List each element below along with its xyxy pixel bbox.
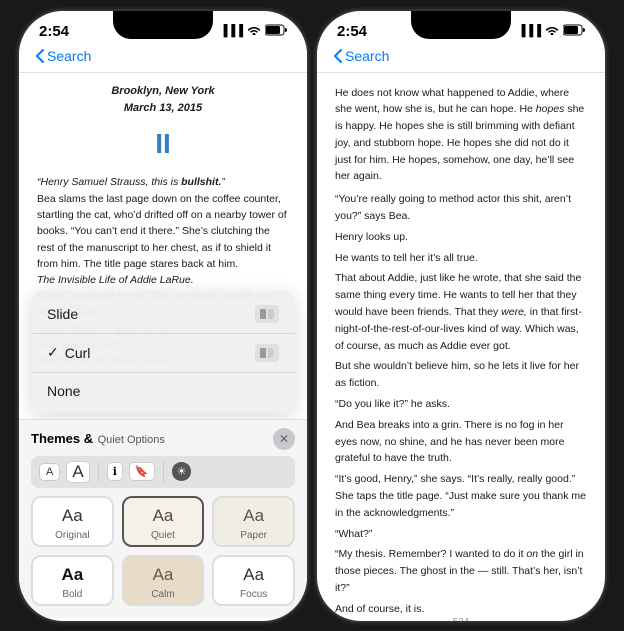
right-battery-icon bbox=[563, 24, 585, 39]
theme-original[interactable]: Aa Original bbox=[31, 496, 114, 547]
transition-menu: Slide ✓ Curl bbox=[31, 291, 295, 413]
wifi-icon bbox=[247, 24, 261, 38]
left-nav-bar: Search bbox=[19, 44, 307, 73]
left-back-button[interactable]: Search bbox=[35, 48, 91, 64]
theme-calm-preview: Aa bbox=[153, 565, 174, 585]
theme-bold[interactable]: Aa Bold bbox=[31, 555, 114, 606]
transition-none[interactable]: None bbox=[31, 373, 295, 409]
themes-title: Themes & Quiet Options bbox=[31, 430, 165, 448]
font-controls: A A ℹ 🔖 ☀ bbox=[31, 456, 295, 488]
font-small-a[interactable]: A bbox=[39, 463, 60, 481]
theme-original-preview: Aa bbox=[62, 506, 83, 526]
separator-1 bbox=[98, 462, 99, 482]
theme-quiet-label: Quiet bbox=[151, 530, 175, 541]
right-wifi-icon bbox=[545, 24, 559, 38]
font-large-a[interactable]: A bbox=[66, 461, 89, 483]
signal-icon: ▐▐▐ bbox=[220, 25, 243, 37]
notch bbox=[113, 11, 213, 39]
theme-paper-preview: Aa bbox=[243, 506, 264, 526]
quiet-options-label: Quiet Options bbox=[98, 434, 165, 446]
theme-focus-label: Focus bbox=[240, 589, 267, 600]
theme-paper-label: Paper bbox=[240, 530, 267, 541]
themes-header: Themes & Quiet Options ✕ bbox=[31, 428, 295, 450]
transition-curl[interactable]: ✓ Curl bbox=[31, 334, 295, 373]
slide-label: Slide bbox=[47, 306, 78, 322]
right-nav-bar: Search bbox=[317, 44, 605, 73]
theme-calm-label: Calm bbox=[151, 589, 174, 600]
curl-label: Curl bbox=[65, 345, 255, 361]
book-chapter: II bbox=[37, 122, 289, 167]
right-status-icons: ▐▐▐ bbox=[518, 24, 585, 39]
slide-icon bbox=[255, 305, 279, 323]
overlay-panel: Slide ✓ Curl bbox=[19, 291, 307, 618]
right-phone: 2:54 ▐▐▐ bbox=[317, 11, 605, 621]
transition-slide[interactable]: Slide bbox=[31, 295, 295, 334]
theme-bold-preview: Aa bbox=[61, 565, 83, 585]
brightness-icon[interactable]: ☀ bbox=[172, 462, 192, 481]
themes-panel: Themes & Quiet Options ✕ A A ℹ 🔖 ☀ bbox=[19, 419, 307, 618]
close-button[interactable]: ✕ bbox=[273, 428, 295, 450]
right-book-content: He does not know what happened to Addie,… bbox=[317, 73, 605, 613]
theme-focus[interactable]: Aa Focus bbox=[212, 555, 295, 606]
theme-paper[interactable]: Aa Paper bbox=[212, 496, 295, 547]
page-number: 524 bbox=[317, 613, 605, 621]
none-label: None bbox=[47, 383, 80, 399]
separator-2 bbox=[163, 462, 164, 482]
right-notch bbox=[411, 11, 511, 39]
theme-quiet-preview: Aa bbox=[153, 506, 174, 526]
themes-label: Themes & bbox=[31, 431, 93, 446]
checkmark-icon: ✓ bbox=[47, 344, 59, 361]
left-book-area: Brooklyn, New YorkMarch 13, 2015 II “Hen… bbox=[19, 73, 307, 618]
theme-original-label: Original bbox=[55, 530, 89, 541]
right-back-label: Search bbox=[345, 48, 389, 64]
right-signal-icon: ▐▐▐ bbox=[518, 25, 541, 37]
left-phone: 2:54 ▐▐▐ bbox=[19, 11, 307, 621]
phones-container: 2:54 ▐▐▐ bbox=[19, 11, 605, 621]
left-time: 2:54 bbox=[39, 23, 69, 40]
left-status-icons: ▐▐▐ bbox=[220, 24, 287, 39]
themes-grid: Aa Original Aa Quiet Aa Paper bbox=[31, 496, 295, 606]
curl-icon bbox=[255, 344, 279, 362]
right-back-button[interactable]: Search bbox=[333, 48, 389, 64]
theme-focus-preview: Aa bbox=[243, 565, 264, 585]
font-format-icon[interactable]: ℹ bbox=[107, 462, 123, 481]
book-location: Brooklyn, New YorkMarch 13, 2015 bbox=[37, 83, 289, 118]
battery-icon bbox=[265, 24, 287, 39]
theme-bold-label: Bold bbox=[62, 589, 82, 600]
right-time: 2:54 bbox=[337, 23, 367, 40]
left-back-label: Search bbox=[47, 48, 91, 64]
theme-quiet[interactable]: Aa Quiet bbox=[122, 496, 205, 547]
theme-calm[interactable]: Aa Calm bbox=[122, 555, 205, 606]
font-bookmark-icon[interactable]: 🔖 bbox=[129, 462, 155, 481]
